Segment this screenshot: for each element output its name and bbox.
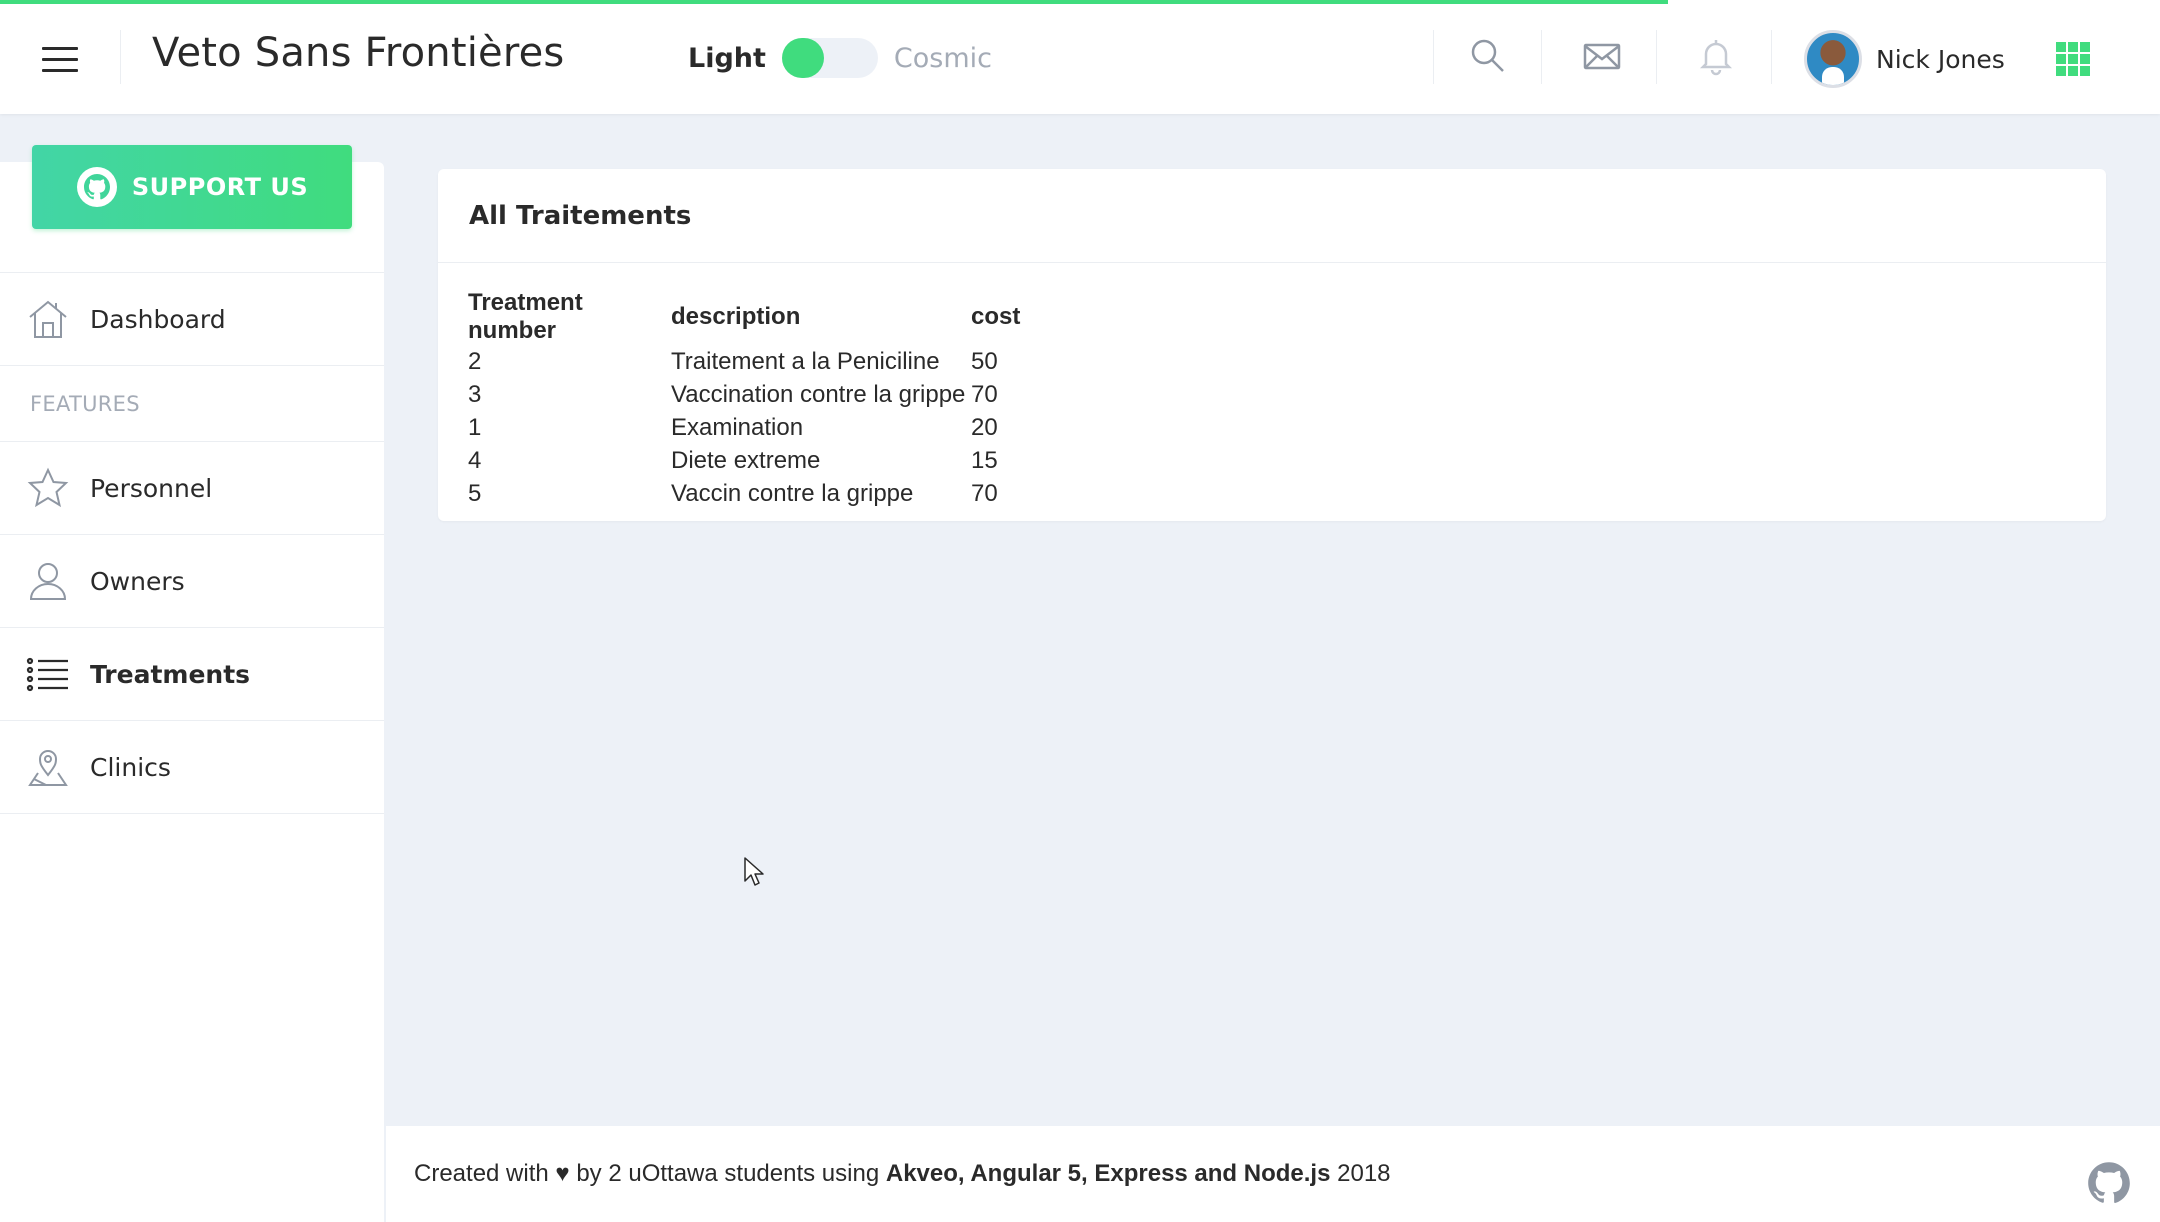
avatar xyxy=(1804,30,1862,88)
header-divider xyxy=(1771,30,1772,84)
bell-icon[interactable] xyxy=(1696,36,1736,76)
sidebar-item-treatments[interactable]: Treatments xyxy=(0,627,384,720)
footer-prefix: Created with xyxy=(414,1160,549,1187)
table-cell: Traitement a la Peniciline xyxy=(671,347,940,375)
github-icon[interactable] xyxy=(2086,1160,2132,1206)
sidebar-item-label: Clinics xyxy=(90,752,171,782)
theme-toggle[interactable] xyxy=(781,38,878,78)
sidebar-menu-end xyxy=(0,813,384,814)
table-row: 4 Diete extreme 15 xyxy=(468,444,1022,477)
sidebar-item-owners[interactable]: Owners xyxy=(0,534,384,627)
app-brand-title[interactable]: Veto Sans Frontières xyxy=(152,30,564,76)
theme-light-label: Light xyxy=(688,42,766,74)
table-cell: Examination xyxy=(671,413,804,441)
sidebar-group-features: FEATURES xyxy=(0,365,384,441)
theme-switch[interactable]: Light Cosmic xyxy=(688,36,992,80)
github-icon xyxy=(76,167,117,207)
header-divider xyxy=(1656,30,1657,84)
footer: Created with ♥ by 2 uOttawa students usi… xyxy=(386,1126,2160,1222)
table-cell: 5 xyxy=(468,479,482,507)
menu-toggle-icon[interactable] xyxy=(42,47,78,73)
table-row: 5 Vaccin contre la grippe 70 xyxy=(468,477,1022,510)
column-header: Treatment number xyxy=(468,289,583,344)
sidebar-menu: Dashboard FEATURES Personnel Owners Trea… xyxy=(0,272,384,814)
table-row: 1 Examination 20 xyxy=(468,411,1022,444)
sidebar-item-personnel[interactable]: Personnel xyxy=(0,441,384,534)
table-cell: 70 xyxy=(971,380,998,408)
card-body: Treatment number description cost 2 Trai… xyxy=(438,263,2106,510)
sidebar-item-label: Treatments xyxy=(90,659,251,689)
map-pin-icon xyxy=(28,750,68,786)
treatments-card: All Traitements Treatment number descrip… xyxy=(438,169,2106,521)
footer-year: 2018 xyxy=(1337,1160,1391,1187)
column-header: description xyxy=(671,303,801,330)
mail-icon[interactable] xyxy=(1582,36,1622,76)
list-icon xyxy=(26,657,68,692)
table-cell: 1 xyxy=(468,413,482,441)
table-cell: Vaccin contre la grippe xyxy=(671,479,914,507)
support-us-button[interactable]: SUPPORT US xyxy=(32,145,352,229)
sidebar: Dashboard FEATURES Personnel Owners Trea… xyxy=(0,162,384,1222)
user-name: Nick Jones xyxy=(1876,44,2005,74)
header-divider xyxy=(1433,30,1434,84)
footer-tech-stack: Akveo, Angular 5, Express and Node.js xyxy=(885,1160,1331,1187)
search-icon[interactable] xyxy=(1468,36,1508,76)
table-row: 2 Traitement a la Peniciline 50 xyxy=(468,345,1022,378)
support-us-label: SUPPORT US xyxy=(131,173,309,201)
sidebar-item-label: Dashboard xyxy=(90,304,226,334)
sidebar-item-clinics[interactable]: Clinics xyxy=(0,720,384,813)
top-header: Veto Sans Frontières Light Cosmic Nick J… xyxy=(0,0,2160,114)
person-icon xyxy=(29,563,67,600)
table-row: 3 Vaccination contre la grippe 70 xyxy=(468,378,1022,411)
apps-grid-icon[interactable] xyxy=(2056,42,2090,76)
treatments-table: Treatment number description cost 2 Trai… xyxy=(468,289,1022,510)
theme-cosmic-label: Cosmic xyxy=(893,42,993,74)
heart-icon: ♥ xyxy=(555,1160,570,1187)
table-cell: 70 xyxy=(971,479,998,507)
home-icon xyxy=(29,300,67,338)
header-divider xyxy=(1541,30,1542,84)
theme-toggle-knob xyxy=(781,38,824,78)
column-header: cost xyxy=(971,303,1021,330)
user-menu[interactable]: Nick Jones xyxy=(1804,30,2005,88)
table-cell: 15 xyxy=(971,446,998,474)
table-cell: 20 xyxy=(971,413,998,441)
table-cell: Vaccination contre la grippe xyxy=(671,380,966,408)
sidebar-item-dashboard[interactable]: Dashboard xyxy=(0,272,384,365)
header-divider xyxy=(120,30,121,84)
card-title: All Traitements xyxy=(438,169,2106,263)
table-cell: Diete extreme xyxy=(671,446,821,474)
table-cell: 4 xyxy=(468,446,482,474)
star-icon xyxy=(27,467,69,508)
table-header-row: Treatment number description cost xyxy=(468,289,1022,345)
page-loading-bar xyxy=(0,0,1668,4)
sidebar-item-label: Owners xyxy=(90,566,185,596)
table-cell: 3 xyxy=(468,380,482,408)
footer-middle: by 2 uOttawa students using xyxy=(576,1160,880,1187)
sidebar-item-label: Personnel xyxy=(90,473,213,503)
table-cell: 50 xyxy=(971,347,998,375)
table-cell: 2 xyxy=(468,347,482,375)
mouse-cursor-icon xyxy=(744,857,764,886)
